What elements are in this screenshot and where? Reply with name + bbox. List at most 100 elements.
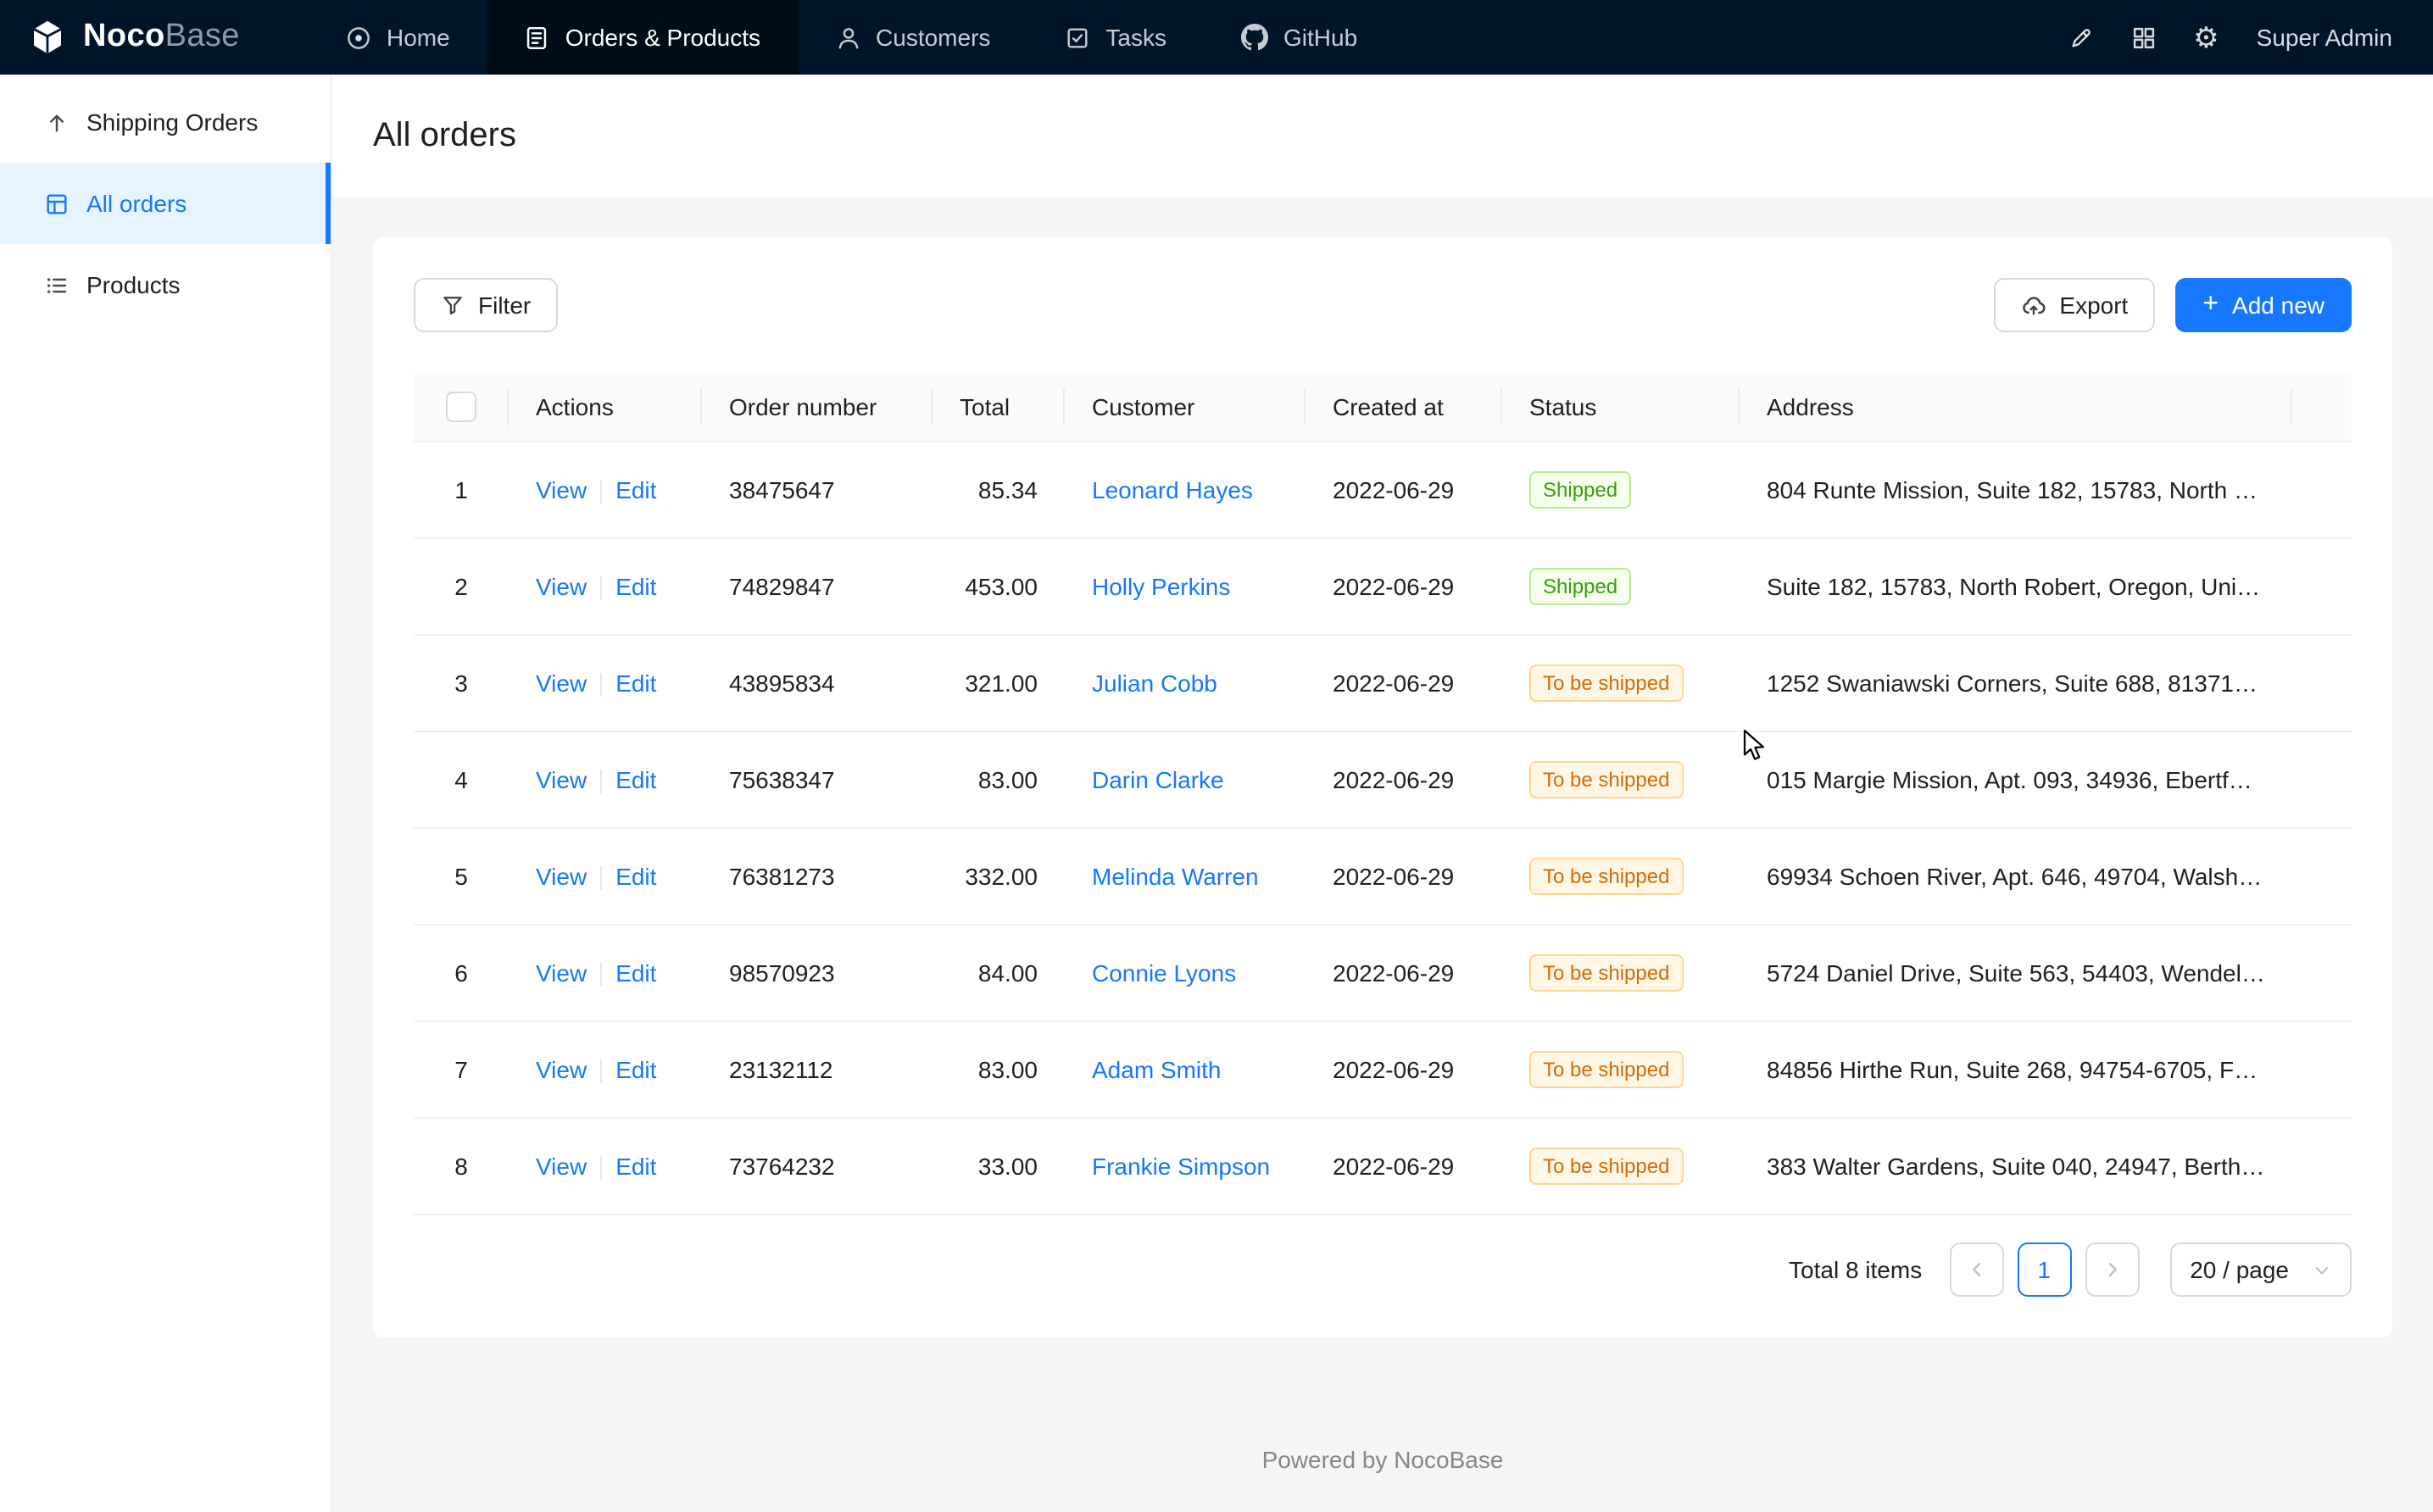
table-row: 3 ViewEdit 43895834 321.00 Julian Cobb 2… xyxy=(414,635,2352,731)
customer-link[interactable]: Holly Perkins xyxy=(1092,573,1230,600)
prev-page-button[interactable] xyxy=(1949,1242,2003,1297)
created-at-cell: 2022-06-29 xyxy=(1306,925,1502,1021)
sidebar-item-shipping-orders[interactable]: Shipping Orders xyxy=(0,81,331,163)
view-link[interactable]: View xyxy=(536,959,587,987)
edit-link[interactable]: Edit xyxy=(615,476,656,503)
order-number-cell: 23132112 xyxy=(702,1021,933,1118)
sidebar-item-all-orders[interactable]: All orders xyxy=(0,163,331,244)
customer-link[interactable]: Melinda Warren xyxy=(1092,863,1259,890)
orders-card: Filter Export + Add new xyxy=(373,237,2392,1337)
order-number-cell: 75638347 xyxy=(702,731,933,828)
row-index: 4 xyxy=(414,731,509,828)
status-badge: To be shipped xyxy=(1529,664,1683,702)
top-nav: HomeOrders & ProductsCustomers Tasks GitHu… xyxy=(309,0,1395,75)
page-1-button[interactable]: 1 xyxy=(2017,1242,2071,1297)
gear-icon[interactable]: ⚙ xyxy=(2193,23,2219,52)
page-title-band: All orders xyxy=(332,75,2433,197)
view-link[interactable]: View xyxy=(536,766,587,793)
vertical-divider xyxy=(600,770,602,793)
customer-cell: Darin Clarke xyxy=(1065,731,1306,828)
home-icon xyxy=(346,25,371,50)
nav-item-label: Tasks xyxy=(1105,24,1166,51)
customer-cell: Leonard Hayes xyxy=(1065,442,1306,538)
created-at-cell: 2022-06-29 xyxy=(1306,1021,1502,1118)
table-header-row: ActionsOrder numberTotalCustomerCreated … xyxy=(414,373,2352,442)
address-cell: 804 Runte Mission, Suite 182, 15783, Nor… xyxy=(1740,442,2292,538)
total-cell: 453.00 xyxy=(933,538,1065,635)
arrow-up-icon xyxy=(44,109,70,135)
row-index: 5 xyxy=(414,828,509,925)
vertical-divider xyxy=(600,963,602,987)
status-cell: To be shipped xyxy=(1502,925,1740,1021)
customer-link[interactable]: Connie Lyons xyxy=(1092,959,1236,987)
nav-item-home[interactable]: Home xyxy=(309,0,487,75)
edit-link[interactable]: Edit xyxy=(615,959,656,987)
powered-by: Powered by NocoBase xyxy=(373,1446,2392,1473)
status-cell: To be shipped xyxy=(1502,1021,1740,1118)
edit-link[interactable]: Edit xyxy=(615,1153,656,1180)
status-badge: Shipped xyxy=(1529,471,1631,509)
actions-cell: View Edit xyxy=(509,925,702,1021)
customer-cell: Connie Lyons xyxy=(1065,925,1306,1021)
row-index: 1 xyxy=(414,442,509,538)
nav-item-customers[interactable]: Customers xyxy=(798,0,1027,75)
order-number-cell: 73764232 xyxy=(702,1118,933,1215)
actions-cell: View Edit xyxy=(509,828,702,925)
column-header-created-at: Created at xyxy=(1306,373,1502,442)
add-new-button[interactable]: + Add new xyxy=(2175,278,2352,332)
page-title: All orders xyxy=(373,116,516,155)
sidebar-item-products[interactable]: Products xyxy=(0,244,331,325)
customer-link[interactable]: Adam Smith xyxy=(1092,1056,1222,1083)
user-menu[interactable]: Super Admin xyxy=(2257,24,2392,51)
filler-cell xyxy=(2292,1021,2352,1118)
nav-item-tasks[interactable]: Tasks xyxy=(1027,0,1204,75)
customer-link[interactable]: Julian Cobb xyxy=(1092,670,1217,697)
customer-link[interactable]: Frankie Simpson xyxy=(1092,1153,1270,1180)
view-link[interactable]: View xyxy=(536,1153,587,1180)
total-cell: 33.00 xyxy=(933,1118,1065,1215)
edit-link[interactable]: Edit xyxy=(615,1056,656,1083)
page-size-select[interactable]: 20 / page xyxy=(2169,1242,2352,1297)
created-at-cell: 2022-06-29 xyxy=(1306,635,1502,731)
column-header-address: Address xyxy=(1740,373,2292,442)
export-button[interactable]: Export xyxy=(1993,278,2155,332)
apps-grid-icon[interactable] xyxy=(2130,25,2156,50)
total-cell: 84.00 xyxy=(933,925,1065,1021)
nav-item-orders-products[interactable]: Orders & Products xyxy=(487,0,798,75)
total-cell: 85.34 xyxy=(933,442,1065,538)
order-number-cell: 98570923 xyxy=(702,925,933,1021)
vertical-divider xyxy=(600,576,602,600)
select-all-checkbox[interactable] xyxy=(446,392,476,422)
highlighter-icon[interactable] xyxy=(2068,25,2093,50)
view-link[interactable]: View xyxy=(536,476,587,503)
nocobase-logo-icon xyxy=(27,17,68,58)
edit-link[interactable]: Edit xyxy=(615,863,656,890)
customer-cell: Holly Perkins xyxy=(1065,538,1306,635)
github-icon xyxy=(1241,24,1268,51)
pagination-total: Total 8 items xyxy=(1789,1256,1922,1283)
filter-button[interactable]: Filter xyxy=(414,278,558,332)
content-area: Filter Export + Add new xyxy=(332,197,2433,1512)
edit-link[interactable]: Edit xyxy=(615,573,656,600)
nav-item-github[interactable]: GitHub xyxy=(1204,0,1395,75)
vertical-divider xyxy=(600,1156,602,1180)
view-link[interactable]: View xyxy=(536,863,587,890)
brand[interactable]: NocoBase xyxy=(0,17,309,58)
edit-link[interactable]: Edit xyxy=(615,670,656,697)
customer-link[interactable]: Darin Clarke xyxy=(1092,766,1224,793)
next-page-button[interactable] xyxy=(2085,1242,2139,1297)
view-link[interactable]: View xyxy=(536,1056,587,1083)
header-actions: ⚙ Super Admin xyxy=(2068,23,2433,52)
orders-table-wrap: ActionsOrder numberTotalCustomerCreated … xyxy=(414,373,2352,1215)
row-index: 2 xyxy=(414,538,509,635)
chevron-left-icon xyxy=(1966,1259,1986,1280)
vertical-divider xyxy=(600,866,602,890)
view-link[interactable]: View xyxy=(536,573,587,600)
view-link[interactable]: View xyxy=(536,670,587,697)
edit-link[interactable]: Edit xyxy=(615,766,656,793)
created-at-cell: 2022-06-29 xyxy=(1306,442,1502,538)
orders-table-icon xyxy=(44,191,70,216)
column-header-total: Total xyxy=(933,373,1065,442)
nav-item-label: GitHub xyxy=(1283,24,1357,51)
customer-link[interactable]: Leonard Hayes xyxy=(1092,476,1253,503)
